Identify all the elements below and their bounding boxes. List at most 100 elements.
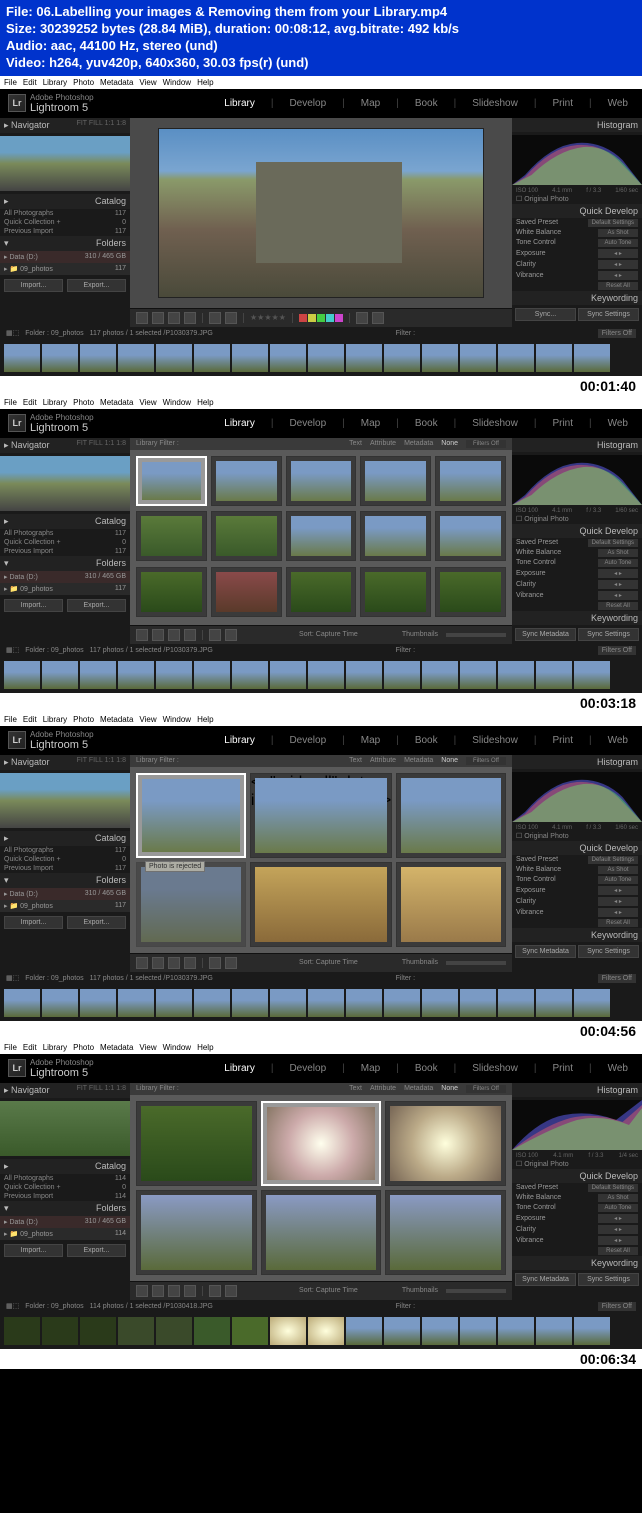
menu-library[interactable]: Library: [43, 78, 67, 87]
qd-autotone-button[interactable]: Auto Tone: [598, 239, 638, 247]
qd-wb-select[interactable]: As Shot: [598, 866, 638, 874]
filmstrip-thumb[interactable]: [308, 989, 344, 1017]
module-map[interactable]: Map: [355, 416, 386, 431]
filmstrip-thumb[interactable]: [460, 661, 496, 689]
filmstrip-thumb[interactable]: [498, 1317, 534, 1345]
export-button[interactable]: Export...: [67, 279, 126, 292]
filmstrip-thumb[interactable]: [194, 989, 230, 1017]
filmstrip[interactable]: [0, 985, 642, 1021]
original-photo-checkbox[interactable]: ☐ Original Photo: [512, 194, 642, 204]
grid-cell[interactable]: [286, 456, 357, 506]
filmstrip-thumb[interactable]: [156, 989, 192, 1017]
flag-pick-icon[interactable]: [209, 312, 221, 324]
filmstrip-thumb[interactable]: [460, 344, 496, 372]
color-purple[interactable]: [335, 314, 343, 322]
menu-window[interactable]: Window: [163, 1043, 191, 1052]
qd-preset-select[interactable]: Default Settings: [588, 856, 638, 864]
filmstrip-thumb[interactable]: [346, 661, 382, 689]
filmstrip-thumb[interactable]: [118, 1317, 154, 1345]
module-develop[interactable]: Develop: [283, 96, 332, 111]
compare-view-icon[interactable]: [168, 1285, 180, 1297]
filmstrip-thumb[interactable]: [232, 1317, 268, 1345]
module-develop[interactable]: Develop: [283, 416, 332, 431]
survey-view-icon[interactable]: [184, 957, 196, 969]
qd-clarity-control[interactable]: ◂ ▸: [598, 260, 638, 269]
menu-library[interactable]: Library: [43, 715, 67, 724]
filmstrip-thumb[interactable]: [460, 989, 496, 1017]
module-slideshow[interactable]: Slideshow: [466, 1061, 524, 1076]
grid-cell[interactable]: [360, 511, 431, 561]
menu-photo[interactable]: Photo: [73, 1043, 94, 1052]
filmstrip-thumb[interactable]: [194, 661, 230, 689]
filmstrip-thumb[interactable]: [270, 1317, 306, 1345]
grid-cell[interactable]: [286, 511, 357, 561]
filter-attribute[interactable]: Attribute: [370, 757, 396, 764]
loupe-view-icon[interactable]: [152, 957, 164, 969]
qd-exposure-control[interactable]: ◂ ▸: [598, 249, 638, 258]
filters-off-button[interactable]: Filters Off: [598, 329, 636, 338]
navigator-header[interactable]: ▸ NavigatorFIT FILL 1:1 1:8: [0, 438, 130, 453]
filmstrip-thumb[interactable]: [156, 661, 192, 689]
filter-text[interactable]: Text: [349, 1085, 362, 1092]
filmstrip-thumb[interactable]: [270, 661, 306, 689]
filter-none[interactable]: None: [441, 440, 458, 447]
menu-edit[interactable]: Edit: [23, 1043, 37, 1052]
grid-cell[interactable]: [211, 567, 282, 617]
filmstrip-thumb[interactable]: [308, 661, 344, 689]
module-print[interactable]: Print: [546, 96, 579, 111]
menu-help[interactable]: Help: [197, 715, 213, 724]
catalog-prev[interactable]: Previous Import114: [0, 1192, 130, 1201]
filmstrip-thumb[interactable]: [536, 1317, 572, 1345]
qd-exposure-control[interactable]: ◂ ▸: [598, 886, 638, 895]
filmstrip-thumb[interactable]: [42, 1317, 78, 1345]
filmstrip-thumb[interactable]: [4, 661, 40, 689]
catalog-all[interactable]: All Photographs117: [0, 846, 130, 855]
filters-off-button[interactable]: Filters Off: [598, 974, 636, 983]
qd-vibrance-control[interactable]: ◂ ▸: [598, 908, 638, 917]
menu-help[interactable]: Help: [197, 78, 213, 87]
grid-cell[interactable]: [435, 511, 506, 561]
flag-pick-icon[interactable]: [209, 1285, 221, 1297]
grid-view-icon[interactable]: [136, 957, 148, 969]
folders-header[interactable]: ▾ Folders: [0, 556, 130, 571]
sort-dropdown[interactable]: Capture Time: [316, 1287, 358, 1294]
grid-cell[interactable]: [136, 1101, 257, 1186]
qd-preset-select[interactable]: Default Settings: [588, 219, 638, 227]
qd-preset-select[interactable]: Default Settings: [588, 1184, 638, 1192]
screen-toggle-icon[interactable]: ⬚: [13, 329, 20, 337]
compare-view-icon[interactable]: [168, 957, 180, 969]
module-web[interactable]: Web: [602, 1061, 634, 1076]
grid-cell[interactable]: [435, 567, 506, 617]
color-red[interactable]: [299, 314, 307, 322]
import-button[interactable]: Import...: [4, 916, 63, 929]
folder-item[interactable]: ▸ 📁 09_photos117: [0, 263, 130, 275]
sort-dropdown[interactable]: Capture Time: [316, 631, 358, 638]
grid-cell[interactable]: [211, 456, 282, 506]
filmstrip-thumb[interactable]: [156, 1317, 192, 1345]
filmstrip-thumb[interactable]: [270, 989, 306, 1017]
grid-cell[interactable]: [261, 1190, 382, 1275]
qd-autotone-button[interactable]: Auto Tone: [598, 876, 638, 884]
keywording-header[interactable]: Keywording: [512, 291, 642, 305]
loupe-view-icon[interactable]: [152, 629, 164, 641]
catalog-quick[interactable]: Quick Collection +0: [0, 218, 130, 227]
screen-toggle-icon[interactable]: ⬚: [13, 646, 20, 654]
filmstrip-thumb[interactable]: [232, 989, 268, 1017]
navigator-preview[interactable]: [0, 136, 130, 191]
thumbnail-size-slider[interactable]: [446, 1289, 506, 1293]
rotate-left-icon[interactable]: [356, 312, 368, 324]
rotate-right-icon[interactable]: [372, 312, 384, 324]
filmstrip-thumb[interactable]: [384, 344, 420, 372]
menu-view[interactable]: View: [139, 398, 156, 407]
filmstrip-thumb[interactable]: [118, 989, 154, 1017]
grid-view[interactable]: <- "grid-cell" data-interactable="true">…: [130, 767, 512, 953]
grid-view-icon[interactable]: [136, 1285, 148, 1297]
navigator-header[interactable]: ▸ NavigatorFIT FILL 1:1 1:8: [0, 755, 130, 770]
module-slideshow[interactable]: Slideshow: [466, 416, 524, 431]
module-book[interactable]: Book: [409, 416, 444, 431]
qd-exposure-control[interactable]: ◂ ▸: [598, 1214, 638, 1223]
grid-toggle-icon[interactable]: ▦: [6, 646, 13, 654]
filmstrip-thumb[interactable]: [574, 661, 610, 689]
original-photo-checkbox[interactable]: ☐ Original Photo: [512, 1159, 642, 1169]
filmstrip-thumb[interactable]: [384, 661, 420, 689]
